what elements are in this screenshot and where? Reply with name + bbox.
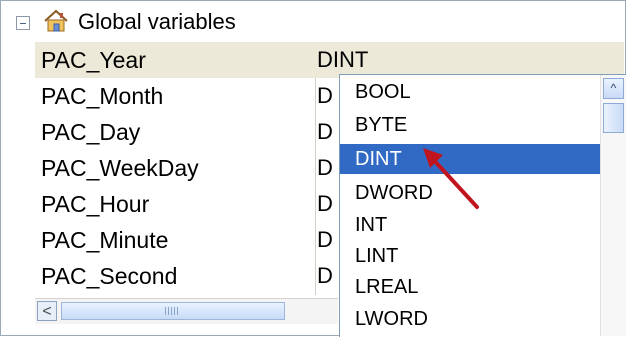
- scroll-grip: [165, 307, 179, 315]
- collapse-toggle[interactable]: [16, 16, 30, 30]
- dropdown-option[interactable]: LWORD: [340, 304, 600, 334]
- dropdown-scrollbar[interactable]: ^: [600, 75, 626, 336]
- variable-type[interactable]: D: [317, 119, 333, 145]
- home-icon: [44, 9, 68, 32]
- scroll-left-button[interactable]: <: [37, 301, 57, 321]
- variable-type[interactable]: D: [317, 263, 333, 289]
- dropdown-option[interactable]: INT: [340, 210, 600, 240]
- dropdown-option[interactable]: DWORD: [340, 178, 600, 208]
- variable-name: PAC_Year: [41, 47, 146, 73]
- scroll-up-button[interactable]: ^: [603, 78, 624, 99]
- variable-type[interactable]: D: [317, 191, 333, 217]
- dropdown-option[interactable]: BYTE: [340, 110, 600, 140]
- dropdown-option-selected[interactable]: DINT: [340, 144, 600, 174]
- variable-type[interactable]: D: [317, 155, 333, 181]
- variable-name: PAC_WeekDay: [41, 155, 199, 181]
- dropdown-scroll-thumb[interactable]: [603, 103, 624, 133]
- dropdown-option[interactable]: BOOL: [340, 77, 600, 107]
- variable-type[interactable]: D: [317, 227, 333, 253]
- variable-name: PAC_Minute: [41, 227, 169, 253]
- dropdown-option[interactable]: LINT: [340, 241, 600, 271]
- dropdown-option[interactable]: LREAL: [340, 272, 600, 302]
- variable-type[interactable]: D: [317, 83, 333, 109]
- horizontal-scrollbar[interactable]: <: [35, 298, 338, 324]
- variable-type[interactable]: DINT: [317, 47, 368, 73]
- scroll-thumb[interactable]: [61, 302, 285, 320]
- variable-name: PAC_Second: [41, 263, 178, 289]
- table-row[interactable]: PAC_Year DINT: [35, 42, 624, 78]
- variable-grid-window: Global variables PAC_Year DINT PAC_Month…: [0, 0, 626, 337]
- variable-name: PAC_Day: [41, 119, 141, 145]
- variable-name: PAC_Hour: [41, 191, 150, 217]
- type-dropdown[interactable]: BOOL BYTE DINT DWORD INT LINT LREAL LWOR…: [339, 74, 626, 337]
- variable-name: PAC_Month: [41, 83, 164, 109]
- tree-header: Global variables: [2, 2, 625, 40]
- tree-title: Global variables: [78, 9, 236, 34]
